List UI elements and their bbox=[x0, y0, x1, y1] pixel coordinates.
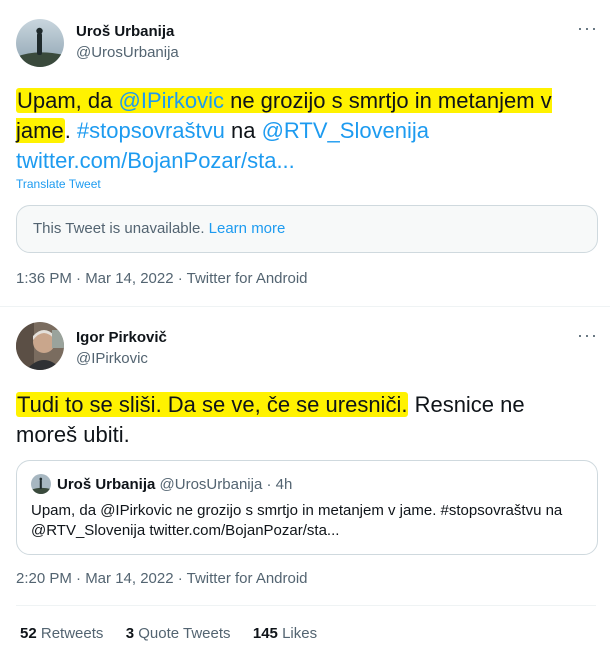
learn-more-link[interactable]: Learn more bbox=[209, 220, 286, 237]
tweet1-hashtag-link[interactable]: #stopsovraštvu bbox=[77, 118, 225, 143]
tweet2-highlight: Tudi to se sliši. Da se ve, če se uresni… bbox=[16, 392, 409, 417]
tweet2-text: Tudi to se sliši. Da se ve, če se uresni… bbox=[16, 390, 576, 450]
unavailable-notice: This Tweet is unavailable. Learn more bbox=[33, 220, 285, 237]
quote-text: Upam, da @IPirkovic ne grozijo s smrtjo … bbox=[31, 502, 563, 539]
tweet1-display-name[interactable]: Uroš Urbanija bbox=[76, 23, 174, 40]
retweets-count: 52 bbox=[20, 625, 37, 642]
quote-display-name: Uroš Urbanija bbox=[57, 476, 156, 493]
likes-label: Likes bbox=[282, 625, 318, 642]
tweet2-timestamp[interactable]: 2:20 PM · Mar 14, 2022 · Twitter for And… bbox=[16, 570, 308, 587]
retweets-stat[interactable]: 52 Retweets bbox=[20, 625, 103, 642]
tweet1-mention-link[interactable]: @IPirkovic bbox=[119, 88, 224, 113]
engagement-stats: 52 Retweets 3 Quote Tweets 145 Likes bbox=[20, 625, 317, 642]
tweet1-handle[interactable]: @UrosUrbanija bbox=[76, 44, 179, 61]
quote-tweets-count: 3 bbox=[125, 625, 135, 642]
unavailable-text: This Tweet is unavailable. bbox=[33, 220, 205, 237]
likes-stat[interactable]: 145 Likes bbox=[253, 625, 317, 642]
retweets-label: Retweets bbox=[40, 625, 104, 642]
quote-avatar bbox=[31, 474, 51, 494]
tweet2-handle[interactable]: @IPirkovic bbox=[76, 350, 148, 367]
tweet1-text-part: Upam, da bbox=[17, 88, 119, 113]
tweet1-more-icon[interactable]: ··· bbox=[577, 18, 598, 39]
stats-divider-top bbox=[16, 605, 596, 606]
quote-handle-time: @UrosUrbanija · 4h bbox=[159, 476, 293, 493]
tweet1-text-part: . bbox=[64, 118, 77, 143]
tweet1-timestamp[interactable]: 1:36 PM · Mar 14, 2022 · Twitter for And… bbox=[16, 270, 308, 287]
quote-header: Uroš Urbanija @UrosUrbanija · 4h bbox=[57, 476, 292, 493]
quote-tweets-stat[interactable]: 3 Quote Tweets bbox=[126, 625, 231, 642]
tweet-divider bbox=[0, 306, 610, 307]
avatar-uros[interactable] bbox=[16, 19, 64, 67]
tweet2-display-name[interactable]: Igor Pirkovič bbox=[76, 329, 167, 346]
translate-tweet-link[interactable]: Translate Tweet bbox=[16, 177, 101, 191]
likes-count: 145 bbox=[252, 625, 278, 642]
quote-tweets-label: Quote Tweets bbox=[138, 625, 231, 642]
quoted-tweet-card[interactable]: Uroš Urbanija @UrosUrbanija · 4h Upam, d… bbox=[16, 460, 598, 555]
tweet1-text-part: na bbox=[224, 118, 262, 143]
unavailable-tweet-box: This Tweet is unavailable. Learn more bbox=[16, 205, 598, 253]
tweet1-mention2-link[interactable]: @RTV_Slovenija bbox=[262, 118, 429, 143]
tweet1-url-link[interactable]: twitter.com/BojanPozar/sta... bbox=[16, 148, 295, 173]
tweet1-text: Upam, da @IPirkovic ne grozijo s smrtjo … bbox=[16, 86, 596, 176]
avatar-igor[interactable] bbox=[16, 322, 64, 370]
tweet2-more-icon[interactable]: ··· bbox=[577, 325, 598, 346]
